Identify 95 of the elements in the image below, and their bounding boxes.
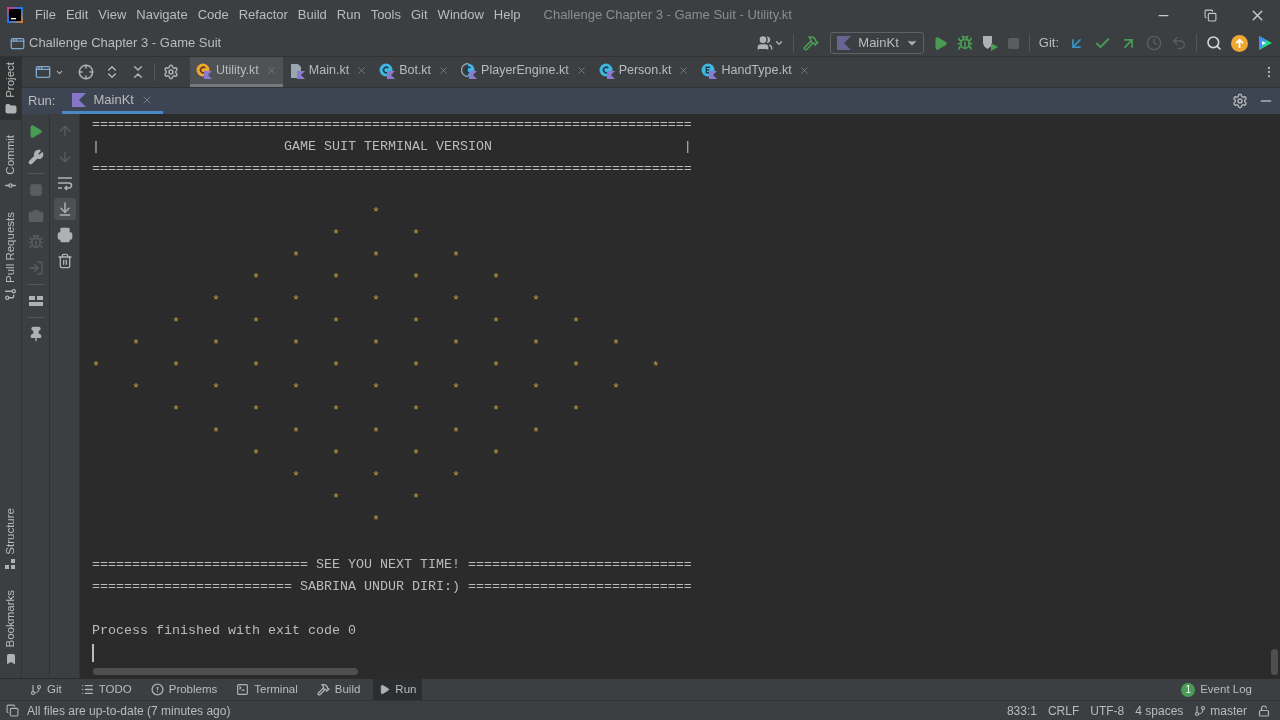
text-cursor (92, 644, 94, 662)
console-line: =========================== SEE YOU NEXT TIME! ============================ (92, 557, 692, 572)
crosshair-icon[interactable] (78, 64, 94, 80)
play-icon (379, 684, 391, 695)
abstract-class-icon (461, 62, 478, 79)
app-logo-icon (7, 7, 23, 23)
alert-icon (150, 683, 164, 696)
settings-icon[interactable] (163, 64, 179, 80)
class-icon (379, 62, 396, 79)
triangle-logo-icon[interactable] (1257, 35, 1273, 51)
star-pattern: * * * * * * * * * * * * * * * * * * * * * * * * * * * * * * * * * * * * * * * * * * * * * * * * * * * * * * * * * * * * * * * * (92, 204, 660, 530)
vertical-scrollbar[interactable] (1271, 649, 1278, 675)
printer-icon[interactable] (56, 227, 73, 243)
class-icon (598, 62, 615, 79)
terminal-icon (236, 683, 250, 696)
caret-icon[interactable] (774, 38, 785, 48)
bug-icon[interactable] (956, 35, 973, 51)
menu-item[interactable]: File (30, 3, 61, 27)
shield-play-icon[interactable] (981, 35, 998, 51)
window-icon[interactable] (35, 64, 51, 80)
tool-window-tab[interactable]: Bookmarks (0, 585, 21, 670)
bookmark-icon (4, 653, 17, 665)
window-icon (10, 35, 25, 51)
project-breadcrumb[interactable]: Challenge Chapter 3 - Game Suit (29, 33, 222, 53)
console-line: =========================================================================== (92, 117, 692, 132)
tool-window-button[interactable]: Terminal (230, 679, 304, 700)
arrow-up-circle-icon[interactable] (1231, 34, 1248, 52)
settings-icon[interactable] (1232, 93, 1248, 109)
list-icon (80, 683, 94, 696)
git-branch-widget[interactable]: master (1194, 701, 1247, 720)
tool-window-button[interactable]: Git (24, 679, 68, 700)
text-wrap-icon[interactable] (56, 175, 73, 191)
pull-request-icon (4, 288, 17, 302)
console-line: =========================================================================== (92, 161, 692, 176)
object-class-icon (196, 62, 212, 79)
kotlin-file-icon (288, 62, 305, 79)
open-lock-icon[interactable] (1258, 704, 1270, 717)
horizontal-scrollbar[interactable] (93, 668, 358, 675)
editor-tab[interactable]: PlayerEngine.kt (455, 57, 593, 87)
status-message: All files are up-to-date (7 minutes ago) (27, 702, 231, 720)
tool-window-tab[interactable]: Project (0, 57, 21, 120)
git-label: Git: (1038, 34, 1059, 53)
tool-window-button[interactable]: Problems (144, 679, 224, 700)
hammer-icon[interactable] (803, 35, 820, 51)
hammer-icon (316, 683, 330, 696)
layout-icon[interactable] (27, 293, 44, 309)
editor-tab[interactable]: Main.kt (282, 57, 374, 87)
squares-icon[interactable] (6, 704, 19, 717)
menu-item[interactable]: Navigate (131, 3, 193, 27)
play-icon[interactable] (932, 35, 948, 51)
folder-icon (4, 102, 17, 115)
play-icon[interactable] (28, 123, 43, 139)
tool-window-tab[interactable]: Structure (0, 502, 21, 576)
menu-item[interactable]: Code (192, 3, 234, 27)
search-icon[interactable] (1206, 35, 1222, 51)
tool-window-tab[interactable]: Commit (0, 129, 21, 198)
wrench-icon[interactable] (27, 149, 44, 165)
console-line: | GAME SUIT TERMINAL VERSION | (92, 139, 692, 154)
enum-icon (701, 62, 718, 79)
menu-item[interactable]: Edit (60, 3, 94, 27)
kotlin-icon (72, 92, 87, 107)
editor-tab[interactable]: Bot.kt (373, 57, 456, 87)
menu-item[interactable]: Run (331, 3, 366, 27)
trash-icon[interactable] (56, 253, 73, 269)
editor-tab[interactable]: Person.kt (592, 57, 696, 87)
event-log-button[interactable]: 1 Event Log (1181, 679, 1252, 700)
editor-tab[interactable]: HandType.kt (695, 57, 816, 87)
file-encoding[interactable]: UTF-8 (1090, 701, 1125, 720)
tool-window-button[interactable]: Run (373, 679, 423, 700)
caret-position[interactable]: 833:1 (1006, 701, 1037, 720)
menu-item[interactable]: Refactor (233, 3, 293, 27)
menu-item[interactable]: Build (292, 3, 332, 27)
menu-item[interactable]: View (93, 3, 132, 27)
line-separator[interactable]: CRLF (1047, 701, 1080, 720)
indent-setting[interactable]: 4 spaces (1135, 701, 1184, 720)
menu-item[interactable]: Tools (365, 3, 406, 27)
menu-item[interactable]: Git (406, 3, 433, 27)
console-line: ========================= SABRINA UNDUR DIRI:) ============================ (92, 579, 692, 594)
menu-item[interactable]: Window (432, 3, 489, 27)
kotlin-icon (837, 36, 852, 50)
window-title: Challenge Chapter 3 - Game Suit - Utility.kt (543, 6, 792, 25)
restore-icon[interactable] (1204, 8, 1217, 22)
tool-window-button[interactable]: Build (310, 679, 367, 700)
structure-icon (5, 559, 16, 571)
branch-icon (1194, 704, 1207, 717)
console-line: Process finished with exit code 0 (92, 623, 356, 638)
tool-window-button[interactable]: TODO (74, 679, 138, 700)
branch-icon (30, 683, 42, 696)
users-icon[interactable] (757, 35, 774, 51)
menu-item[interactable]: Help (488, 3, 526, 27)
tool-window-tab[interactable]: Pull Requests (0, 207, 21, 307)
editor-tab[interactable]: Utility.kt (190, 57, 283, 87)
notification-badge: 1 (1181, 682, 1196, 697)
run-window-label: Run: (28, 92, 56, 111)
run-configuration-dropdown[interactable]: MainKt (830, 32, 924, 54)
